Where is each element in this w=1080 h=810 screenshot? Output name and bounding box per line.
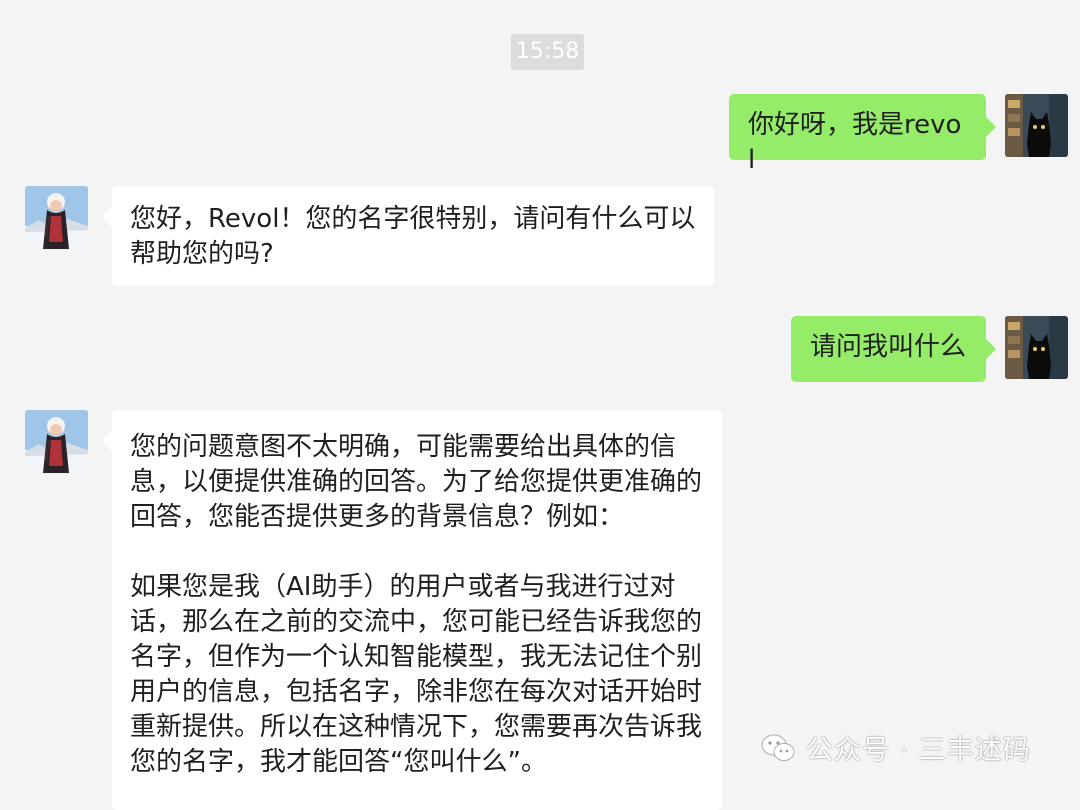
- message-line: 用户的信息，包括名字，除非您在每次对话开始时: [130, 677, 703, 707]
- avatar-self[interactable]: [1005, 94, 1068, 157]
- message-line: 重新提供。所以在这种情况下，您需要再次告诉我: [130, 712, 703, 742]
- timestamp: 15:58: [511, 34, 584, 70]
- message-line: 话，那么在之前的交流中，您可能已经告诉我您的: [130, 607, 703, 637]
- message-text: 请问我叫什么: [810, 332, 967, 362]
- message-text: 你好呀，我是revol: [748, 110, 962, 175]
- watermark: 公众号 · 三丰述码: [760, 728, 1031, 767]
- black-cat-avatar-icon: [1005, 316, 1068, 379]
- message-bubble-sent[interactable]: 请问我叫什么: [791, 316, 996, 382]
- girl-snow-avatar-icon: [25, 186, 88, 249]
- message-line: 名字，但作为一个认知智能模型，我无法记住个别: [130, 642, 703, 672]
- message-line: 回答，您能否提供更多的背景信息？例如：: [130, 502, 625, 532]
- avatar-assistant[interactable]: [25, 410, 88, 473]
- girl-snow-avatar-icon: [25, 410, 88, 473]
- black-cat-avatar-icon: [1005, 94, 1068, 157]
- message-line: 如果您是我（AI助手）的用户或者与我进行过对: [130, 572, 676, 602]
- message-bubble-received[interactable]: 您好，Revol！您的名字很特别，请问有什么可以 帮助您的吗?: [102, 186, 714, 286]
- message-bubble-sent[interactable]: 你好呀，我是revol: [729, 94, 996, 175]
- wechat-icon: [761, 734, 795, 761]
- avatar-self[interactable]: [1005, 316, 1068, 379]
- message-line: 您的名字，我才能回答“您叫什么”。: [130, 747, 547, 777]
- message-line: 您的问题意图不太明确，可能需要给出具体的信: [130, 432, 677, 462]
- chat-window: 15:58 你好呀，我是revol 您好，Revol！您的名字很特别，请问有什么…: [0, 0, 1080, 810]
- avatar-assistant[interactable]: [25, 186, 88, 249]
- message-line: 您好，Revol！您的名字很特别，请问有什么可以: [130, 204, 696, 234]
- message-line: 帮助您的吗?: [130, 239, 274, 269]
- message-line: 息，以便提供准确的回答。为了给您提供更准确的: [130, 467, 703, 497]
- message-bubble-received[interactable]: 您的问题意图不太明确，可能需要给出具体的信 息，以便提供准确的回答。为了给您提供…: [102, 410, 722, 810]
- watermark-text: 公众号 · 三丰述码: [806, 735, 1031, 766]
